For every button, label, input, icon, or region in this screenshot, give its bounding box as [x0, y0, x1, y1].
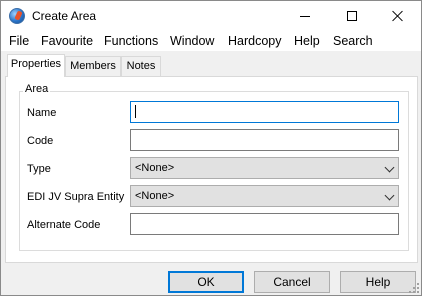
area-group-label: Area — [23, 83, 51, 95]
menu-file[interactable]: File — [9, 34, 29, 48]
chevron-down-icon — [384, 162, 395, 173]
alternate-code-input[interactable] — [130, 213, 399, 235]
chevron-down-icon — [384, 190, 395, 201]
create-area-window: Create Area File Favourite Functions Win… — [0, 0, 422, 296]
type-select[interactable]: <None> — [130, 157, 399, 179]
code-input[interactable] — [130, 129, 399, 151]
menu-window[interactable]: Window — [170, 34, 214, 48]
window-title: Create Area — [32, 9, 97, 23]
alternate-code-label: Alternate Code — [27, 219, 101, 231]
edi-entity-label: EDI JV Supra Entity — [27, 191, 125, 203]
maximize-icon — [347, 11, 357, 21]
text-caret — [135, 105, 136, 118]
minimize-button[interactable] — [282, 1, 328, 31]
tab-members[interactable]: Members — [65, 56, 121, 76]
tab-strip: Properties Members Notes — [1, 53, 421, 77]
minimize-icon — [300, 15, 310, 17]
menu-functions[interactable]: Functions — [104, 34, 158, 48]
menu-bar: File Favourite Functions Window Hardcopy… — [1, 31, 421, 51]
edi-entity-select[interactable]: <None> — [130, 185, 399, 207]
tab-notes[interactable]: Notes — [121, 56, 161, 76]
title-bar[interactable]: Create Area — [1, 1, 421, 31]
menu-help[interactable]: Help — [294, 34, 320, 48]
name-input[interactable] — [130, 101, 399, 123]
close-icon — [392, 10, 404, 22]
cancel-button[interactable]: Cancel — [254, 271, 330, 293]
code-label: Code — [27, 135, 54, 147]
type-label: Type — [27, 163, 51, 175]
ok-button[interactable]: OK — [168, 271, 244, 293]
name-label: Name — [27, 107, 57, 119]
menu-favourite[interactable]: Favourite — [41, 34, 93, 48]
maximize-button[interactable] — [329, 1, 375, 31]
close-button[interactable] — [375, 1, 421, 31]
globe-app-icon[interactable] — [9, 8, 25, 24]
menu-search[interactable]: Search — [333, 34, 373, 48]
resize-grip[interactable] — [409, 283, 419, 293]
type-select-value: <None> — [135, 162, 175, 174]
help-button[interactable]: Help — [340, 271, 416, 293]
menu-hardcopy[interactable]: Hardcopy — [228, 34, 282, 48]
edi-entity-select-value: <None> — [135, 190, 175, 202]
tab-properties[interactable]: Properties — [7, 54, 65, 77]
